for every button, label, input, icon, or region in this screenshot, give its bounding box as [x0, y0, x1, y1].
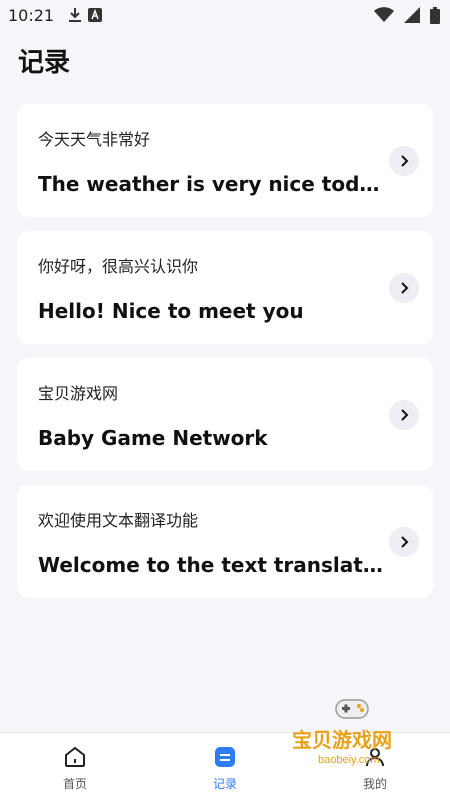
tab-profile-label: 我的	[362, 777, 387, 791]
status-time: 10:21	[8, 5, 55, 25]
wifi-icon	[374, 7, 394, 22]
signal-icon	[404, 7, 420, 23]
record-source-text: 宝贝游戏网	[38, 384, 119, 403]
chevron-right-icon	[401, 282, 409, 294]
record-card[interactable]: 今天天气非常好 The weather is very nice today	[17, 104, 433, 217]
tab-home-label: 首页	[62, 777, 87, 791]
record-translation-text: Welcome to the text translation function	[38, 553, 383, 577]
tab-records[interactable]: 记录	[150, 733, 300, 800]
records-list: 今天天气非常好 The weather is very nice today 你…	[17, 104, 433, 612]
tab-home[interactable]: 首页	[0, 733, 150, 800]
record-card[interactable]: 欢迎使用文本翻译功能 Welcome to the text translati…	[17, 485, 433, 598]
open-record-button[interactable]	[389, 146, 419, 176]
app-notification-icon	[88, 8, 103, 22]
battery-icon	[430, 6, 440, 24]
record-card[interactable]: 你好呀，很高兴认识你 Hello! Nice to meet you	[17, 231, 433, 344]
gamepad-icon	[335, 699, 369, 719]
record-source-text: 欢迎使用文本翻译功能	[38, 511, 199, 530]
page-title: 记录	[18, 48, 71, 78]
records-icon	[215, 747, 235, 767]
open-record-button[interactable]	[389, 527, 419, 557]
home-icon	[65, 746, 85, 767]
status-bar: 10:21	[0, 0, 450, 30]
record-translation-text: Hello! Nice to meet you	[38, 299, 304, 323]
open-record-button[interactable]	[389, 273, 419, 303]
tab-records-label: 记录	[212, 777, 237, 791]
record-source-text: 你好呀，很高兴认识你	[38, 257, 199, 276]
bottom-tab-bar: 首页 记录 我的	[0, 732, 450, 800]
open-record-button[interactable]	[389, 400, 419, 430]
record-translation-text: Baby Game Network	[38, 426, 268, 450]
download-icon	[69, 8, 82, 22]
tab-profile[interactable]: 我的	[300, 733, 450, 800]
record-card[interactable]: 宝贝游戏网 Baby Game Network	[17, 358, 433, 471]
chevron-right-icon	[401, 409, 409, 421]
record-translation-text: The weather is very nice today	[38, 172, 383, 196]
record-source-text: 今天天气非常好	[38, 130, 151, 149]
chevron-right-icon	[401, 155, 409, 167]
chevron-right-icon	[401, 536, 409, 548]
profile-icon	[366, 748, 384, 767]
